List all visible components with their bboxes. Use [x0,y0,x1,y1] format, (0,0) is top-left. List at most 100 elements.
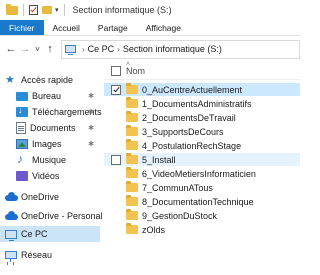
sidebar-item-onedrive[interactable]: OneDrive [0,189,100,205]
sidebar-item-downloads[interactable]: Téléchargements ✱ [0,104,102,120]
navigation-pane: Accès rapide Bureau ✱ Téléchargements ✱ … [0,62,103,275]
sidebar-item-this-pc[interactable]: Ce PC [0,226,100,242]
download-icon [16,105,28,117]
document-icon [16,122,26,134]
tab-home[interactable]: Accueil [44,20,89,35]
folder-name: 8_DocumentationTechnique [142,196,254,207]
pin-icon[interactable]: ✱ [88,124,94,132]
back-arrow-icon[interactable]: ← [4,40,18,58]
chevron-right-icon[interactable]: › [117,45,120,54]
row-checkbox[interactable] [111,154,121,165]
properties-icon[interactable] [29,5,38,15]
folder-icon [126,209,138,220]
list-item[interactable]: 3_SupportsDeCours [104,125,300,138]
folder-icon [126,181,138,192]
new-folder-icon[interactable] [42,6,52,14]
sidebar-item-label: OneDrive [21,192,60,202]
breadcrumb-this-pc[interactable]: Ce PC [88,44,115,54]
up-arrow-icon[interactable]: ↑ [43,40,57,58]
tab-view[interactable]: Affichage [137,20,190,35]
sidebar-item-label: Bureau [32,91,62,101]
list-item[interactable]: 4_PostulationRechStage [104,139,300,152]
list-item[interactable]: zOlds [104,223,300,236]
star-icon [5,73,17,86]
folder-name: 3_SupportsDeCours [142,126,224,137]
sidebar-item-label: Vidéos [32,171,60,181]
forward-arrow-icon[interactable]: → [18,40,32,58]
folder-icon [126,153,138,164]
folder-name: 2_DocumentsDeTravail [142,112,236,123]
sidebar-item-documents[interactable]: Documents ✱ [0,120,100,136]
folder-name: 4_PostulationRechStage [142,140,242,151]
column-header: ˄ Nom [104,61,300,80]
quick-access-toolbar: ▾ [0,0,69,20]
computer-icon [5,229,17,241]
pin-icon[interactable]: ✱ [88,140,94,148]
list-item[interactable]: 0_AuCentreActuellement [104,83,300,96]
folder-name: 9_GestionDuStock [142,210,218,221]
sidebar-item-label: Images [32,139,62,149]
window-title: Section informatique (S:) [72,5,172,15]
tab-file[interactable]: Fichier [0,20,44,35]
folder-icon [126,125,138,136]
list-item[interactable]: 1_DocumentsAdministratifs [104,97,300,110]
folder-name: 5_Install [142,154,176,165]
folder-icon [126,139,138,150]
folder-name: 1_DocumentsAdministratifs [142,98,252,109]
breadcrumb-drive[interactable]: Section informatique (S:) [123,44,222,54]
list-item[interactable]: 9_GestionDuStock [104,209,300,222]
list-item[interactable]: 8_DocumentationTechnique [104,195,300,208]
sidebar-item-network[interactable]: Réseau [0,247,100,263]
tab-share[interactable]: Partage [89,20,137,35]
network-icon [5,251,17,262]
list-item[interactable]: 2_DocumentsDeTravail [104,111,300,124]
folder-name: 7_CommunATous [142,182,213,193]
sidebar-item-label: OneDrive - Personal [21,211,103,221]
chevron-down-icon[interactable]: ˅ [32,40,43,58]
ribbon-tabs: Fichier Accueil Partage Affichage [0,20,300,36]
navigation-bar: ← → ˅ ↑ › Ce PC › Section informatique (… [0,37,300,61]
column-header-name[interactable]: Nom [126,66,145,76]
sidebar-item-label: Documents [30,123,76,133]
sidebar-item-label: Ce PC [21,229,48,239]
toolbar-divider [63,4,65,16]
row-checkbox[interactable] [111,84,121,95]
folder-name: zOlds [142,224,166,235]
chevron-right-icon[interactable]: › [82,45,85,54]
folder-icon [126,83,138,94]
toolbar-divider [23,4,24,16]
list-item[interactable]: 6_VideoMetiersInformaticien [104,167,300,180]
folder-name: 6_VideoMetiersInformaticien [142,168,256,179]
sidebar-item-quick-access[interactable]: Accès rapide [0,72,100,88]
computer-icon [65,45,76,55]
select-all-checkbox[interactable] [111,66,121,76]
folder-icon [126,195,138,206]
sidebar-item-images[interactable]: Images ✱ [0,136,100,152]
pin-icon[interactable]: ✱ [88,92,94,100]
sidebar-item-videos[interactable]: Vidéos [0,168,100,184]
folder-icon [126,167,138,178]
music-icon [16,152,28,166]
address-bar[interactable]: › Ce PC › Section informatique (S:) [61,39,300,59]
image-icon [16,139,28,149]
folder-name: 0_AuCentreActuellement [142,84,243,95]
video-icon [16,171,28,181]
title-bar: ▾ Section informatique (S:) [0,0,300,20]
folder-icon [6,3,18,15]
folder-icon [126,223,138,234]
sidebar-item-onedrive-personal[interactable]: OneDrive - Personal [0,208,103,224]
cloud-icon [5,191,18,203]
list-item[interactable]: 5_Install [104,153,300,166]
file-list: ˄ Nom 0_AuCentreActuellement 1_Documents… [104,61,300,275]
folder-icon [126,111,138,122]
desktop-icon [16,91,28,101]
sidebar-item-label: Réseau [21,250,53,260]
sidebar-item-label: Musique [32,155,67,165]
sidebar-item-music[interactable]: Musique [0,152,100,168]
cloud-icon [5,210,18,222]
chevron-down-icon[interactable]: ▾ [55,6,59,14]
sidebar-item-desktop[interactable]: Bureau ✱ [0,88,100,104]
sidebar-item-label: Accès rapide [21,75,74,85]
list-item[interactable]: 7_CommunATous [104,181,300,194]
pin-icon[interactable]: ✱ [88,108,94,116]
